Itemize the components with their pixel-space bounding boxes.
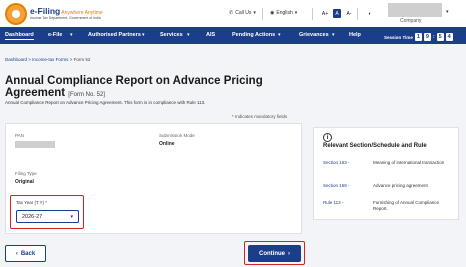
nav-help[interactable]: Help — [349, 32, 361, 38]
chevron-down-icon: ▾ — [142, 32, 145, 38]
chevron-right-icon: › — [288, 250, 290, 257]
nav-authorised-partners[interactable]: Authorised Partners — [88, 32, 141, 38]
breadcrumb-dashboard[interactable]: Dashboard — [5, 57, 27, 62]
contrast-icon[interactable]: ◐ — [366, 9, 374, 18]
section-168-desc: Advance pricing agreement — [373, 183, 428, 188]
divider — [262, 8, 263, 20]
chevron-down-icon: ▾ — [253, 10, 256, 16]
font-increase-button[interactable]: A+ — [321, 9, 329, 18]
chevron-down-icon: ▾ — [70, 32, 73, 38]
efiling-logo[interactable]: e-FilingAnywhere Anytime Income Tax Depa… — [5, 3, 103, 25]
chevron-down-icon: ▾ — [278, 32, 281, 38]
form-card: PAN Submission Mode Online Filing Type O… — [5, 123, 302, 234]
tax-year-label: Tax Year (T.Y) * — [16, 200, 48, 205]
nav-pending-actions[interactable]: Pending Actions — [232, 32, 275, 38]
company-label: Company — [400, 18, 422, 24]
session-digit: 5 — [436, 33, 444, 41]
divider — [312, 8, 313, 20]
nav-ais[interactable]: AIS — [206, 32, 215, 38]
chevron-down-icon: ▾ — [70, 214, 73, 220]
session-digit: 1 — [414, 33, 422, 41]
session-digit: 9 — [423, 33, 431, 41]
nav-dashboard[interactable]: Dashboard — [5, 32, 34, 40]
breadcrumb-income-tax-forms[interactable]: Income-tax Forms — [32, 57, 68, 62]
divider — [357, 8, 358, 20]
pan-value-masked — [15, 141, 55, 148]
phone-icon: ✆ — [229, 10, 234, 16]
section-163-desc: Meaning of international transaction — [373, 160, 445, 165]
globe-icon: ◉ — [270, 10, 275, 16]
relevant-sections-title: Relevant Section/Schedule and Rule — [323, 143, 427, 149]
tax-year-value: 2026-27 — [22, 213, 43, 220]
info-icon: i — [323, 133, 332, 142]
filing-type-value: Original — [15, 179, 34, 185]
chevron-down-icon: ▾ — [294, 10, 298, 16]
chevron-down-icon: ▾ — [187, 32, 190, 38]
filing-type-label: Filing Type — [15, 171, 37, 176]
section-168-link[interactable]: Section 168 - — [323, 183, 350, 188]
breadcrumb: Dashboard > Income-tax Forms > Form 52 — [5, 57, 91, 62]
back-button[interactable]: ‹ Back — [5, 245, 46, 262]
call-us-label: Call Us — [235, 10, 252, 16]
nav-services[interactable]: Services — [160, 32, 183, 38]
top-header: e-FilingAnywhere Anytime Income Tax Depa… — [0, 0, 466, 27]
pan-label: PAN — [15, 133, 24, 138]
language-label: English — [276, 10, 293, 16]
tax-year-select[interactable]: 2026-27 ▾ — [16, 210, 79, 223]
continue-label: Continue — [259, 250, 285, 257]
rule-113-link[interactable]: Rule 113 - — [323, 200, 343, 205]
submission-mode-value: Online — [159, 141, 175, 147]
submission-mode-label: Submission Mode — [159, 133, 195, 138]
session-label: Session Time — [384, 34, 413, 40]
breadcrumb-current: Form 52 — [73, 57, 91, 62]
language-selector[interactable]: ◉ English ▾ — [270, 10, 297, 16]
page-title: Annual Compliance Report on Advance Pric… — [5, 75, 325, 101]
section-163-link[interactable]: Section 163 - — [323, 160, 350, 165]
continue-button[interactable]: Continue › — [248, 245, 301, 262]
relevant-sections-card: i Relevant Section/Schedule and Rule Sec… — [313, 127, 459, 220]
font-decrease-button[interactable]: A- — [345, 9, 353, 18]
page-title-text: Annual Compliance Report on Advance Pric… — [5, 75, 263, 99]
nav-grievances[interactable]: Grievances — [299, 32, 329, 38]
rule-113-desc: Furnishing of Annual Compliance Report. — [373, 200, 440, 211]
page-description: Annual Compliance Report on Advance Pric… — [5, 100, 206, 105]
logo-title: e-Filing — [30, 6, 61, 17]
chevron-down-icon: ▾ — [332, 32, 335, 38]
logo-caption: Income Tax Department, Government of Ind… — [30, 16, 101, 21]
back-label: Back — [20, 250, 36, 257]
call-us-link[interactable]: ✆ Call Us ▾ — [229, 10, 256, 16]
chevron-down-icon[interactable]: ▾ — [446, 9, 449, 15]
emblem-icon — [5, 3, 27, 25]
nav-efile[interactable]: e-File — [48, 32, 62, 38]
form-number: [Form No. 52] — [68, 92, 105, 98]
session-timer: Session Time 1 9 : 5 4 — [384, 33, 453, 41]
user-name-masked — [388, 3, 442, 17]
chevron-left-icon: ‹ — [15, 250, 18, 257]
main-nav: Dashboard e-File ▾ Authorised Partners ▾… — [0, 27, 466, 44]
font-default-button[interactable]: A — [333, 9, 341, 18]
mandatory-note: * Indicates mandatory fields — [232, 114, 288, 119]
session-digit: 4 — [445, 33, 453, 41]
